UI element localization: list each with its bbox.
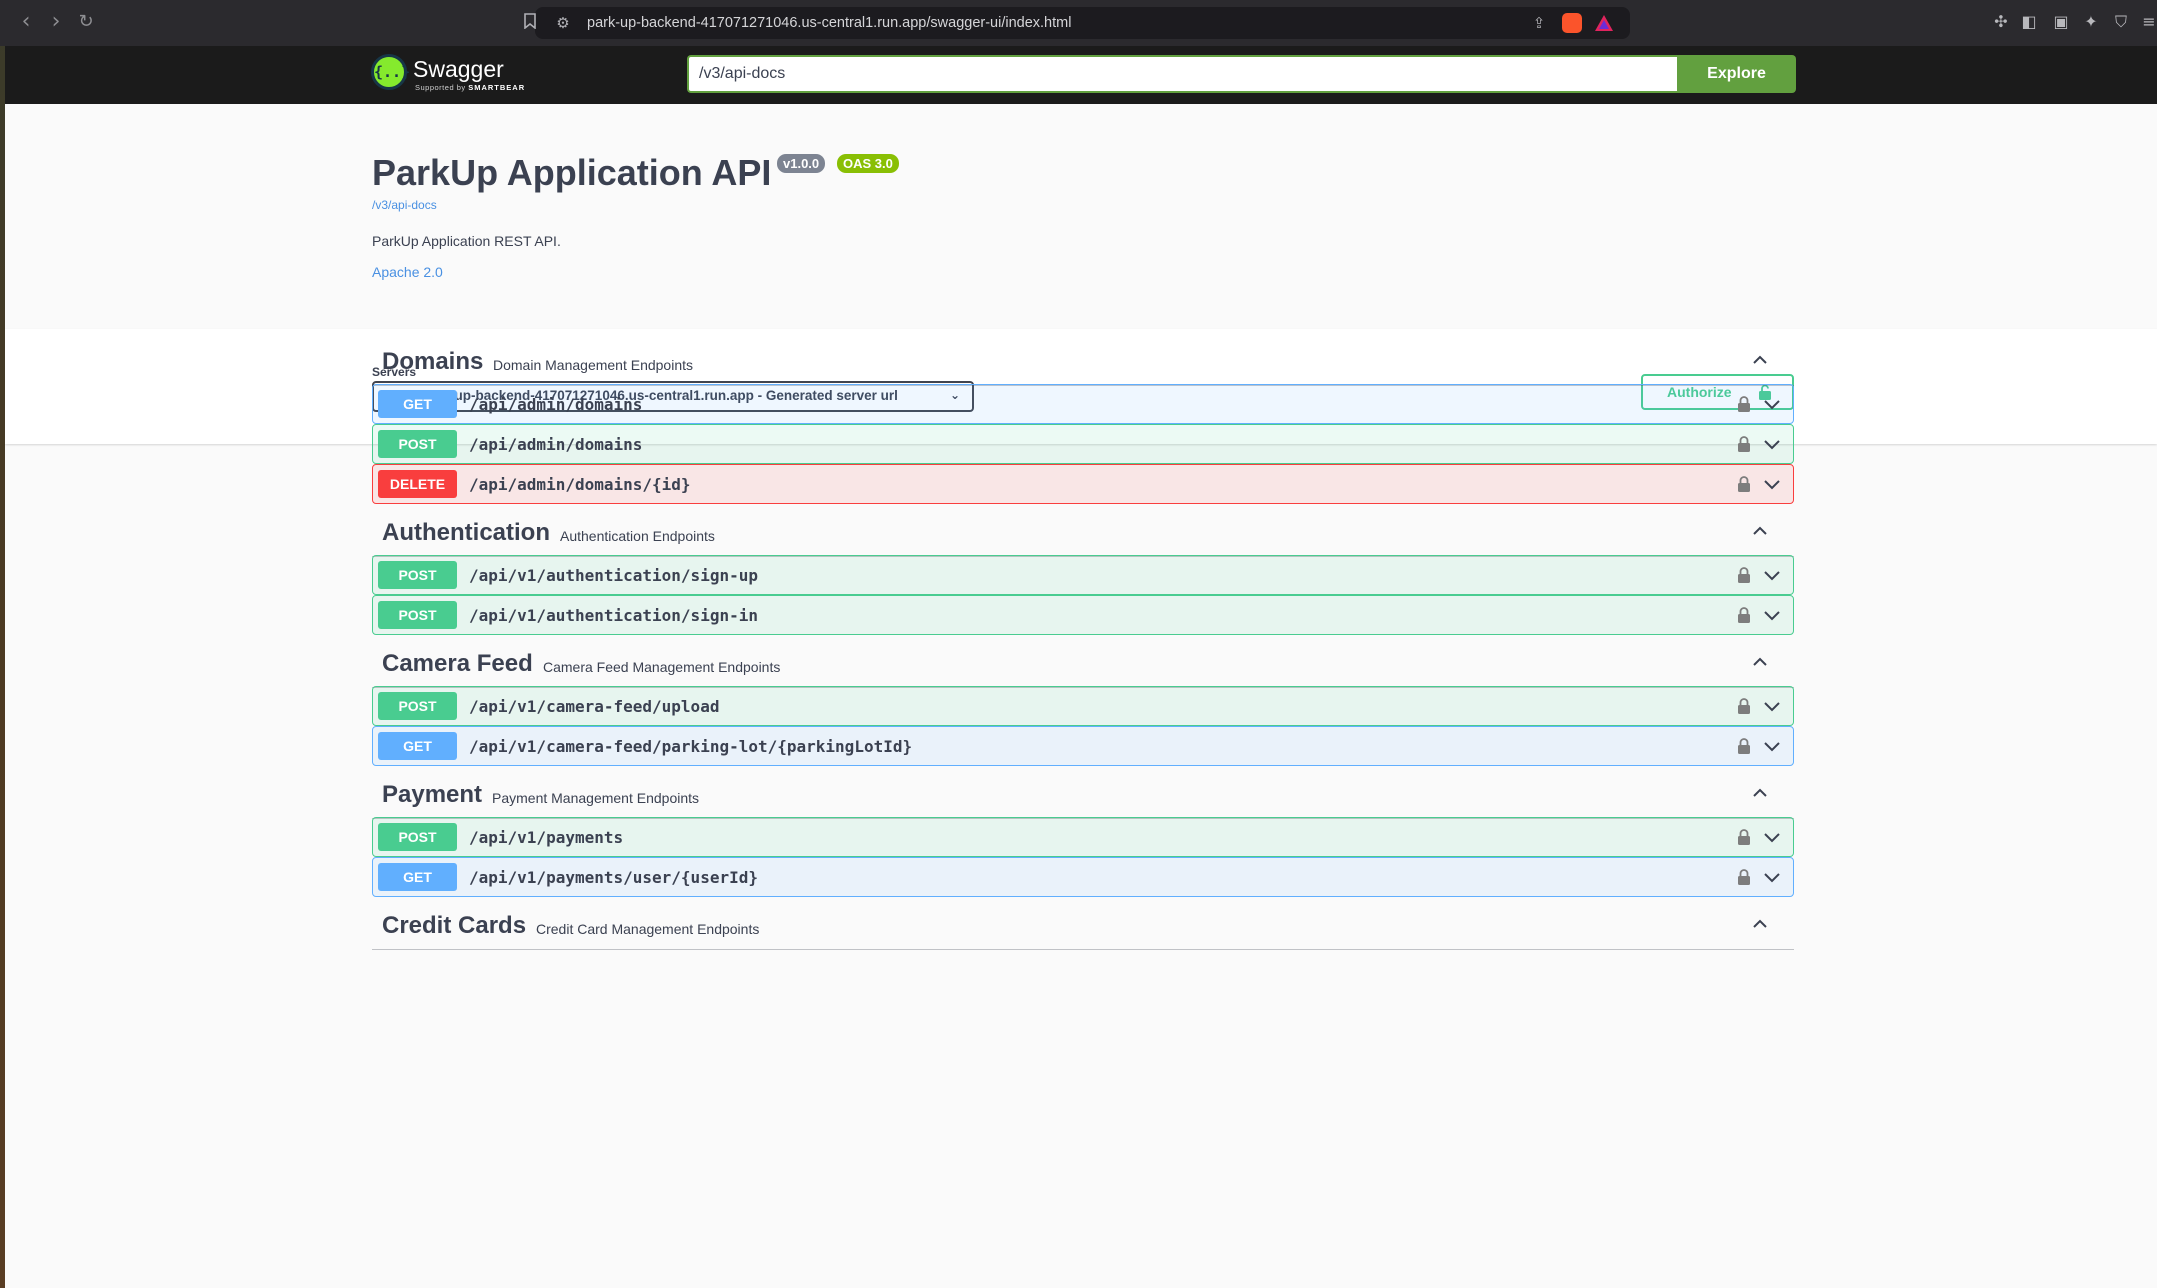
- operation-path: /api/v1/authentication/sign-in: [469, 606, 758, 625]
- chevron-down-icon[interactable]: [1763, 607, 1781, 623]
- operation-path: /api/admin/domains/{id}: [469, 475, 691, 494]
- tag-description: Camera Feed Management Endpoints: [543, 659, 781, 675]
- bookmark-icon[interactable]: [520, 13, 540, 33]
- tag-section-header[interactable]: Credit Cards Credit Card Management Endpo…: [372, 900, 1794, 950]
- tag-name: Authentication: [382, 519, 550, 546]
- menu-icon[interactable]: ≡: [2138, 11, 2157, 33]
- chevron-down-icon[interactable]: [1763, 829, 1781, 845]
- tag-section-header[interactable]: Payment Payment Management Endpoints: [372, 769, 1794, 819]
- leo-ai-icon[interactable]: ✦: [2080, 11, 2102, 33]
- swagger-topbar: {..} Swagger Supported by SMARTBEAR /v3/…: [5, 46, 2157, 104]
- chevron-down-icon[interactable]: [1763, 436, 1781, 452]
- chevron-up-icon[interactable]: [1750, 350, 1770, 370]
- lock-icon[interactable]: [1737, 828, 1751, 846]
- chevron-up-icon[interactable]: [1750, 521, 1770, 541]
- tag-name: Credit Cards: [382, 912, 527, 939]
- operation-post-row[interactable]: POST/api/v1/camera-feed/upload: [372, 686, 1794, 726]
- lock-icon[interactable]: [1737, 606, 1751, 624]
- chevron-up-icon[interactable]: [1750, 914, 1770, 934]
- http-method-badge: POST: [378, 561, 457, 589]
- license-link[interactable]: Apache 2.0: [372, 264, 443, 280]
- operation-get-row[interactable]: GET/api/v1/payments/user/{userId}: [372, 857, 1794, 897]
- lock-icon[interactable]: [1737, 697, 1751, 715]
- wallet-icon[interactable]: ▣: [2050, 11, 2072, 33]
- operation-post-row[interactable]: POST/api/v1/authentication/sign-in: [372, 595, 1794, 635]
- oas-badge: OAS 3.0: [837, 154, 899, 173]
- http-method-badge: GET: [378, 863, 457, 891]
- swagger-logo-icon: {..}: [371, 54, 410, 90]
- chevron-up-icon[interactable]: [1750, 783, 1770, 803]
- lock-icon[interactable]: [1737, 737, 1751, 755]
- operation-delete-row[interactable]: DELETE/api/admin/domains/{id}: [372, 464, 1794, 504]
- vpn-icon[interactable]: ⛉: [2110, 11, 2132, 33]
- http-method-badge: GET: [378, 732, 457, 760]
- operation-path: /api/v1/payments/user/{userId}: [469, 868, 758, 887]
- operation-path: /api/v1/authentication/sign-up: [469, 566, 758, 585]
- chevron-down-icon[interactable]: [1763, 567, 1781, 583]
- lock-icon[interactable]: [1737, 475, 1751, 493]
- lock-icon[interactable]: [1737, 435, 1751, 453]
- api-title: ParkUp Application API: [372, 152, 772, 193]
- operation-get-row[interactable]: GET/api/v1/camera-feed/parking-lot/{park…: [372, 726, 1794, 766]
- chevron-down-icon[interactable]: [1763, 396, 1781, 412]
- chevron-down-icon[interactable]: [1763, 738, 1781, 754]
- tag-section-header[interactable]: Domains Domain Management Endpoints: [372, 336, 1794, 386]
- tag-name: Payment: [382, 781, 483, 808]
- operation-post-row[interactable]: POST/api/admin/domains: [372, 424, 1794, 464]
- http-method-badge: GET: [378, 390, 457, 418]
- spec-url-input[interactable]: /v3/api-docs: [687, 55, 1678, 93]
- http-method-badge: POST: [378, 823, 457, 851]
- tag-section-header[interactable]: Authentication Authentication Endpoints: [372, 507, 1794, 557]
- browser-toolbar: ‹ › ↻ ⚙ park-up-backend-417071271046.us-…: [0, 0, 2157, 46]
- http-method-badge: POST: [378, 601, 457, 629]
- operation-get-row[interactable]: GET/api/admin/domains: [372, 384, 1794, 424]
- tag-section-header[interactable]: Camera Feed Camera Feed Management Endpoi…: [372, 638, 1794, 688]
- tag-description: Payment Management Endpoints: [492, 790, 700, 806]
- operation-path: /api/v1/camera-feed/upload: [469, 697, 720, 716]
- brave-rewards-icon[interactable]: [1594, 13, 1614, 33]
- lock-icon[interactable]: [1737, 395, 1751, 413]
- operation-path: /api/v1/payments: [469, 828, 624, 847]
- extensions-icon[interactable]: ✣: [1990, 11, 2012, 33]
- tag-name: Domains: [382, 348, 484, 375]
- operation-path: /api/admin/domains: [469, 435, 643, 454]
- operation-post-row[interactable]: POST/api/v1/payments: [372, 817, 1794, 857]
- lock-icon[interactable]: [1737, 566, 1751, 584]
- url-text: park-up-backend-417071271046.us-central1…: [587, 15, 1072, 31]
- tag-description: Credit Card Management Endpoints: [536, 921, 760, 937]
- back-icon[interactable]: ‹: [14, 10, 38, 34]
- share-icon[interactable]: ⇪: [1529, 13, 1549, 33]
- forward-icon[interactable]: ›: [44, 10, 68, 34]
- explore-button[interactable]: Explore: [1677, 55, 1796, 93]
- tag-description: Domain Management Endpoints: [493, 357, 694, 373]
- spec-link[interactable]: /v3/api-docs: [372, 198, 437, 212]
- tag-name: Camera Feed: [382, 650, 533, 677]
- site-settings-icon[interactable]: ⚙: [553, 13, 573, 33]
- chevron-down-icon[interactable]: [1763, 476, 1781, 492]
- http-method-badge: DELETE: [378, 470, 457, 498]
- api-description: ParkUp Application REST API.: [372, 233, 561, 249]
- tag-description: Authentication Endpoints: [560, 528, 715, 544]
- swagger-logo-title: Swagger: [413, 56, 504, 82]
- http-method-badge: POST: [378, 692, 457, 720]
- swagger-page: ParkUp Application API v1.0.0 OAS 3.0 /v…: [5, 104, 2157, 1288]
- operation-post-row[interactable]: POST/api/v1/authentication/sign-up: [372, 555, 1794, 595]
- swagger-logo-sub: Supported by SMARTBEAR: [415, 83, 526, 92]
- operation-path: /api/admin/domains: [469, 395, 643, 414]
- reload-icon[interactable]: ↻: [74, 10, 98, 34]
- lock-icon[interactable]: [1737, 868, 1751, 886]
- sidebar-icon[interactable]: ◧: [2018, 11, 2040, 33]
- chevron-down-icon[interactable]: [1763, 869, 1781, 885]
- operation-path: /api/v1/camera-feed/parking-lot/{parking…: [469, 737, 913, 756]
- version-badge: v1.0.0: [777, 154, 826, 173]
- http-method-badge: POST: [378, 430, 457, 458]
- address-bar[interactable]: ⚙ park-up-backend-417071271046.us-centra…: [524, 7, 1630, 39]
- chevron-up-icon[interactable]: [1750, 652, 1770, 672]
- brave-shields-icon[interactable]: [1562, 13, 1582, 33]
- chevron-down-icon[interactable]: [1763, 698, 1781, 714]
